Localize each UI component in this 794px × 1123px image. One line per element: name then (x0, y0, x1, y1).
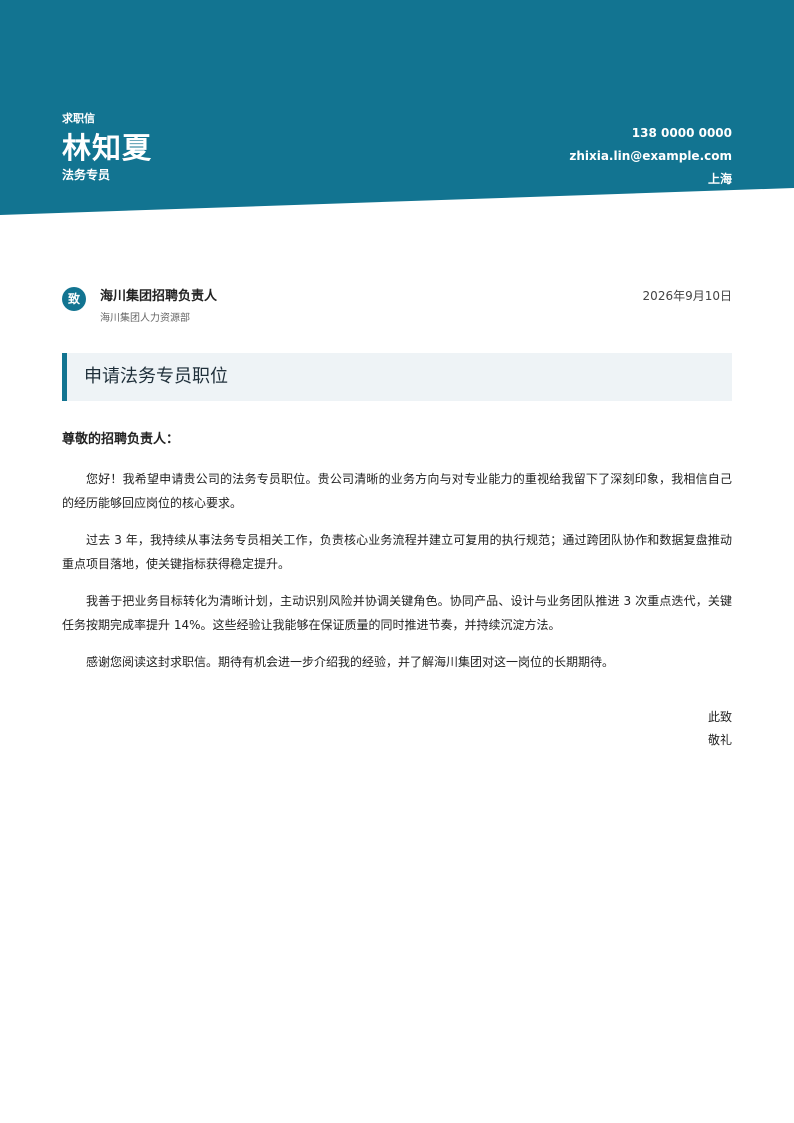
recipient-name: 海川集团招聘负责人 (100, 289, 218, 304)
contact-phone: 138 0000 0000 (631, 126, 732, 140)
contact-city: 上海 (707, 172, 732, 186)
applicant-role: 法务专员 (62, 168, 111, 182)
closing-line: 敬礼 (707, 733, 732, 747)
recipient-badge: 致 (62, 287, 86, 311)
applicant-name: 林知夏 (62, 131, 153, 165)
contact-info: 138 0000 0000 zhixia.lin@example.com 上海 (569, 124, 732, 193)
body-paragraph: 我善于把业务目标转化为清晰计划，主动识别风险并协调关键角色。协同产品、设计与业务… (62, 594, 732, 632)
contact-email: zhixia.lin@example.com (569, 149, 732, 163)
recipient-department: 海川集团人力资源部 (100, 313, 190, 324)
closing-block: 此致 敬礼 (708, 706, 732, 752)
body-paragraph: 您好！我希望申请贵公司的法务专员职位。贵公司清晰的业务方向与对专业能力的重视给我… (62, 472, 732, 510)
salutation: 尊敬的招聘负责人： (62, 432, 180, 447)
document-type: 求职信 (62, 112, 95, 125)
subject-line: 申请法务专员职位 (62, 353, 732, 401)
letter-body: 您好！我希望申请贵公司的法务专员职位。贵公司清晰的业务方向与对专业能力的重视给我… (62, 467, 732, 687)
cover-letter-page: 求职信 林知夏 法务专员 138 0000 0000 zhixia.lin@ex… (0, 0, 794, 1123)
letter-date: 2026年9月10日 (642, 289, 732, 303)
recipient-block: 致 海川集团招聘负责人 海川集团人力资源部 2026年9月10日 (62, 287, 732, 327)
header-identity: 求职信 林知夏 法务专员 (62, 112, 152, 183)
body-paragraph: 感谢您阅读这封求职信。期待有机会进一步介绍我的经验，并了解海川集团对这一岗位的长… (86, 655, 615, 669)
closing-line: 此致 (707, 710, 732, 724)
body-paragraph: 过去 3 年，我持续从事法务专员相关工作，负责核心业务流程并建立可复用的执行规范… (62, 533, 732, 571)
